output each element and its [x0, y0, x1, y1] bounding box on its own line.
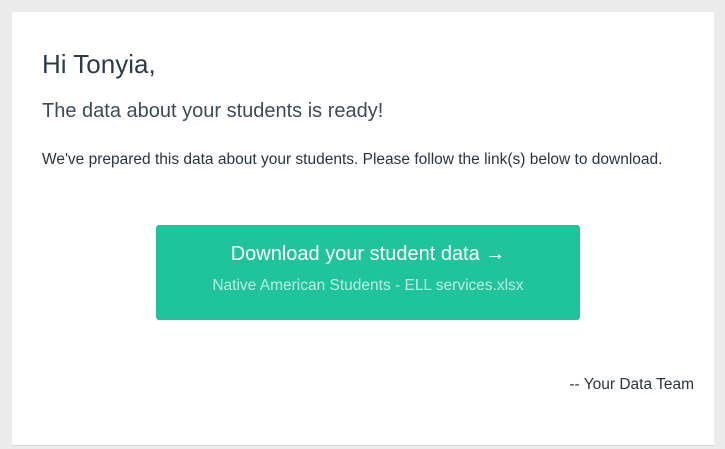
signoff: -- Your Data Team: [569, 376, 694, 393]
download-filename: Native American Students - ELL services.…: [212, 277, 524, 294]
headline: The data about your students is ready!: [42, 100, 384, 122]
email-card: Hi Tonyia, The data about your students …: [12, 12, 714, 446]
download-button[interactable]: Download your student data → Native Amer…: [156, 225, 580, 320]
download-button-label: Download your student data →: [230, 243, 506, 265]
body-text: We've prepared this data about your stud…: [42, 151, 663, 168]
greeting-heading: Hi Tonyia,: [42, 49, 156, 79]
